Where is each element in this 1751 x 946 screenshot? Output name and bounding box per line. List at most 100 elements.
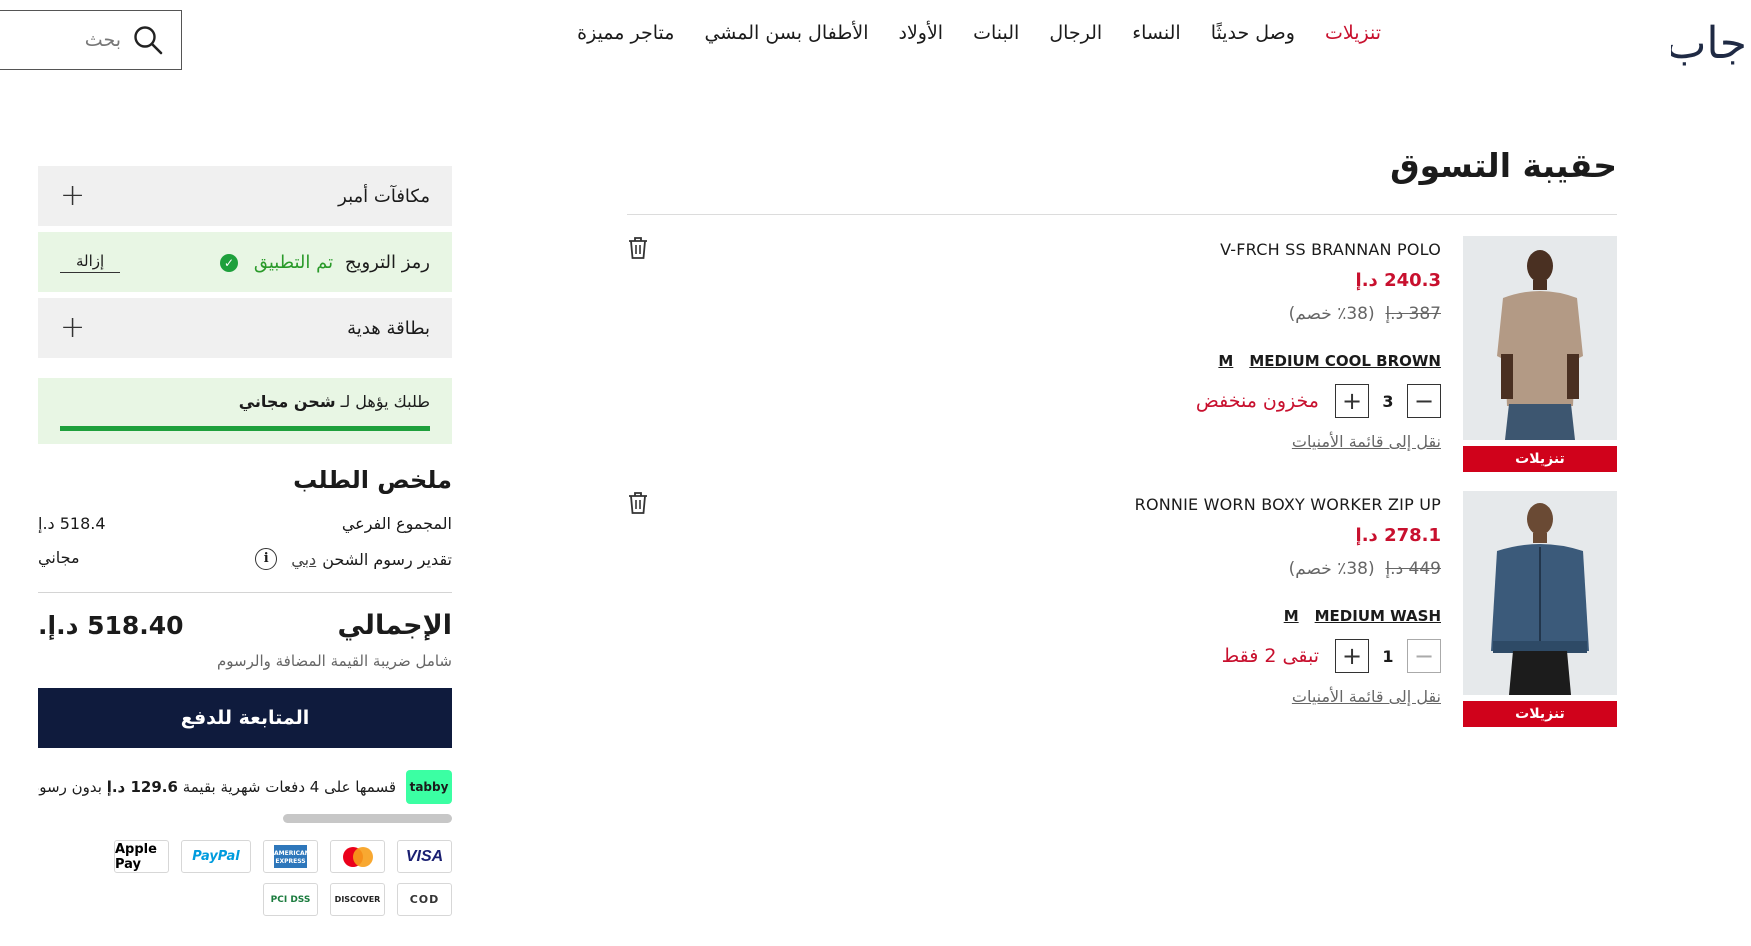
free-shipping-bold: شحن مجاني — [238, 392, 336, 411]
nav-girls[interactable]: البنات — [973, 22, 1019, 44]
mastercard-icon — [330, 840, 385, 873]
payment-methods: VISA AMERICAN EXPRESS PayPal Apple Pay C… — [78, 840, 452, 916]
search-placeholder: بحث — [84, 29, 121, 51]
increase-qty-button[interactable]: + — [1335, 384, 1369, 418]
subtotal-row: المجموع الفرعي 518.4 د.إ — [38, 514, 452, 533]
shipping-label: تقدير رسوم الشحن — [322, 549, 452, 569]
free-shipping-progress — [60, 426, 430, 431]
quantity-value: 3 — [1382, 391, 1394, 411]
shipping-value: مجاني — [38, 548, 80, 567]
search-icon[interactable] — [133, 25, 163, 55]
total-label: الإجمالي — [337, 610, 452, 641]
discover-icon: DISCOVER — [330, 883, 385, 916]
promo-applied-text: تم التطبيق — [253, 251, 334, 273]
strikethrough-price: 449 د.إ — [1385, 559, 1441, 579]
stock-status: تبقى 2 فقط — [1221, 645, 1319, 667]
rewards-label: مكافآت أمبر — [338, 185, 430, 207]
quantity-stepper: − 1 + تبقى 2 فقط — [1222, 639, 1441, 673]
logo-mark-icon: جاب — [1665, 18, 1747, 69]
apple-pay-icon: Apple Pay — [114, 840, 169, 873]
product-photo-jacket — [1463, 491, 1617, 695]
product-image[interactable] — [1463, 491, 1617, 695]
quantity-stepper: − 3 + مخزون منخفض — [1196, 384, 1441, 418]
nav-toddlers[interactable]: الأطفال بسن المشي — [704, 22, 868, 44]
gift-card-label: بطاقة هدية — [347, 317, 430, 339]
paypal-text: PayPal — [192, 849, 240, 864]
quantity-value: 1 — [1382, 646, 1394, 666]
nav-sale[interactable]: تنزيلات — [1325, 22, 1381, 44]
nav-featured-stores[interactable]: متاجر مميزة — [577, 22, 674, 44]
increase-qty-button[interactable]: + — [1335, 639, 1369, 673]
main-nav: تنزيلات وصل حديثًا النساء الرجال البنات … — [547, 22, 1381, 44]
decrease-qty-button[interactable]: − — [1407, 384, 1441, 418]
promo-label: رمز الترويج — [344, 251, 430, 273]
tabby-installments[interactable]: tabby قسمها على 4 دفعات شهرية بقيمة 129.… — [38, 770, 452, 804]
total-row: الإجمالي 518.40 د.إ. — [38, 610, 452, 641]
strikethrough-price: 387 د.إ — [1385, 304, 1441, 324]
size-label[interactable]: M — [1284, 607, 1299, 625]
page-title: حقيبة التسوق — [1390, 146, 1617, 185]
order-summary-title: ملخص الطلب — [293, 466, 452, 494]
title-divider — [627, 214, 1617, 215]
sale-price: 240.3 د.إ — [1355, 270, 1441, 291]
plus-icon[interactable]: + — [60, 181, 85, 211]
tabby-text-a: قسمها على 4 دفعات شهرية بقيمة — [177, 778, 396, 796]
cod-icon: COD — [397, 883, 452, 916]
original-price: 449 د.إ (38٪ خصم) — [1289, 559, 1441, 579]
subtotal-label: المجموع الفرعي — [341, 514, 452, 533]
color-label[interactable]: MEDIUM WASH — [1315, 607, 1441, 625]
tabby-amount: 129.6 د.إ — [106, 778, 178, 796]
trash-icon[interactable] — [627, 236, 649, 260]
rewards-accordion[interactable]: مكافآت أمبر + — [38, 166, 452, 226]
vat-note: شامل ضريبة القيمة المضافة والرسوم — [217, 652, 452, 670]
info-icon[interactable]: i — [255, 548, 278, 570]
nav-new-arrivals[interactable]: وصل حديثًا — [1211, 22, 1295, 44]
product-name[interactable]: RONNIE WORN BOXY WORKER ZIP UP — [1135, 495, 1441, 514]
cart-item: تنزيلات V-FRCH SS BRANNAN POLO 240.3 د.إ… — [627, 236, 1617, 481]
shipping-row: تقدير رسوم الشحن دبي i مجاني — [38, 548, 452, 570]
search-input[interactable]: بحث — [0, 10, 182, 70]
product-image[interactable] — [1463, 236, 1617, 440]
gap-logo[interactable]: جاب — [1665, 6, 1749, 69]
decrease-qty-button[interactable]: − — [1407, 639, 1441, 673]
svg-text:جاب: جاب — [1671, 18, 1747, 66]
trash-icon[interactable] — [627, 491, 649, 515]
nav-boys[interactable]: الأولاد — [899, 22, 944, 44]
original-price: 387 د.إ (38٪ خصم) — [1289, 304, 1441, 324]
remove-promo-button[interactable]: إزالة — [60, 252, 121, 273]
horizontal-scrollbar[interactable] — [283, 814, 452, 823]
promo-label-group: رمز الترويج تم التطبيق ✓ — [220, 252, 430, 273]
product-name[interactable]: V-FRCH SS BRANNAN POLO — [1220, 240, 1441, 259]
subtotal-value: 518.4 د.إ — [38, 514, 106, 533]
total-value: 518.40 د.إ. — [38, 611, 184, 640]
plus-icon[interactable]: + — [60, 313, 85, 343]
check-icon: ✓ — [220, 253, 239, 272]
checkout-button[interactable]: المتابعة للدفع — [38, 688, 452, 748]
stock-status: مخزون منخفض — [1195, 390, 1319, 412]
tabby-logo: tabby — [406, 770, 452, 804]
pci-dss-icon: PCI DSS — [263, 883, 318, 916]
amex-icon: AMERICAN EXPRESS — [263, 840, 318, 873]
free-shipping-text: طلبك يؤهل لـ شحن مجاني — [239, 392, 430, 411]
tabby-text-b: بدون رسوم — [38, 778, 102, 796]
free-shipping-banner: طلبك يؤهل لـ شحن مجاني — [38, 378, 452, 444]
discount-label: (38٪ خصم) — [1288, 559, 1375, 579]
product-photo-polo — [1463, 236, 1617, 440]
shipping-city-link[interactable]: دبي — [291, 550, 316, 569]
discount-label: (38٪ خصم) — [1288, 304, 1375, 324]
move-to-wishlist-link[interactable]: نقل إلى قائمة الأمنيات — [1292, 687, 1441, 706]
variant-info: M MEDIUM COOL BROWN — [1218, 352, 1441, 370]
size-label[interactable]: M — [1218, 352, 1233, 370]
shipping-label-group: تقدير رسوم الشحن دبي i — [255, 548, 452, 570]
free-shipping-prefix: طلبك يؤهل لـ — [335, 392, 430, 411]
move-to-wishlist-link[interactable]: نقل إلى قائمة الأمنيات — [1292, 432, 1441, 451]
sale-badge: تنزيلات — [1463, 446, 1617, 472]
paypal-icon: PayPal — [181, 840, 251, 873]
nav-women[interactable]: النساء — [1132, 22, 1180, 44]
color-label[interactable]: MEDIUM COOL BROWN — [1249, 352, 1441, 370]
promo-code-panel: رمز الترويج تم التطبيق ✓ إزالة — [38, 232, 452, 292]
gift-card-accordion[interactable]: بطاقة هدية + — [38, 298, 452, 358]
nav-men[interactable]: الرجال — [1049, 22, 1102, 44]
sale-price: 278.1 د.إ — [1355, 525, 1441, 546]
tabby-text: قسمها على 4 دفعات شهرية بقيمة 129.6 د.إ … — [38, 778, 396, 796]
